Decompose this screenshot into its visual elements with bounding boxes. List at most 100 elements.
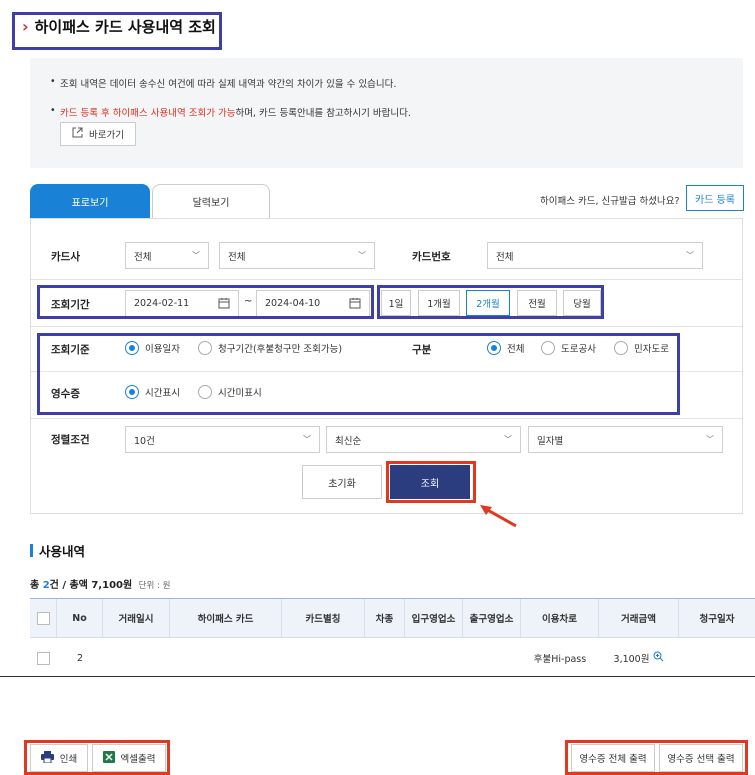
card-register-button[interactable]: 카드 등록 — [686, 185, 744, 211]
period-button-2month[interactable]: 2개월 — [466, 290, 510, 316]
criteria-option-label: 청구기간(후불청구만 조회가능) — [218, 344, 343, 355]
card-number-select-value: 전체 — [496, 251, 514, 263]
new-card-question: 하이패스 카드, 신규발급 하셨나요? — [540, 196, 680, 207]
category-option-label: 민자도로 — [634, 344, 669, 355]
receipt-option-show-time[interactable]: 시간표시 — [125, 385, 180, 399]
summary-prefix: 총 — [30, 580, 43, 591]
chevron-down-icon: ﹀ — [706, 435, 714, 444]
category-option-private-road[interactable]: 민자도로 — [614, 341, 669, 355]
page-title-text: 하이패스 카드 사용내역 조회 — [34, 18, 216, 36]
table-row[interactable]: 2 후불Hi-pass 3,100원 — [30, 640, 755, 676]
calendar-icon[interactable] — [218, 297, 230, 312]
usage-summary: 총 2건 / 총액 7,100원 단위 : 원 — [30, 576, 170, 591]
tab-calendar-view[interactable]: 달력보기 — [152, 184, 270, 218]
excel-button[interactable]: 엑셀출력 — [92, 744, 166, 772]
select-all-checkbox[interactable] — [36, 611, 50, 625]
period-button-prev-month[interactable]: 전월 — [517, 290, 557, 316]
card-company-select-1-value: 전체 — [134, 251, 152, 263]
period-button-this-month[interactable]: 당월 — [563, 290, 601, 316]
receipt-option-label: 시간미표시 — [218, 388, 262, 399]
criteria-option-billing-period[interactable]: 청구기간(후불청구만 조회가능) — [198, 341, 342, 355]
radio-unchecked-icon[interactable] — [198, 385, 212, 399]
tab-table-view-label: 표로보기 — [71, 198, 109, 209]
radio-unchecked-icon[interactable] — [541, 341, 555, 355]
date-from-input[interactable]: 2024-02-11 — [125, 290, 239, 317]
calendar-icon[interactable] — [349, 297, 361, 312]
card-company-select-1[interactable]: 전체 ﹀ — [125, 242, 209, 269]
period-label: 조회기간 — [51, 299, 90, 311]
column-header: 출구영업소 — [463, 599, 521, 637]
summary-total: 건 / 총액 7,100원 — [49, 580, 133, 591]
receipt-selected-print-button[interactable]: 영수증 선택 출력 — [659, 744, 743, 772]
date-separator: ~ — [244, 296, 253, 307]
category-option-label: 전체 — [507, 344, 525, 355]
row-amount: 3,100원 — [613, 654, 650, 665]
category-option-expressway[interactable]: 도로공사 — [541, 341, 596, 355]
column-header: 차종 — [365, 599, 405, 637]
receipt-all-label: 영수증 전체 출력 — [579, 754, 647, 765]
usage-table-header: No 거래일시 하이패스 카드 카드별칭 차종 입구영업소 출구영업소 이용차로… — [30, 598, 755, 638]
reset-button[interactable]: 초기화 — [302, 465, 382, 499]
criteria-option-use-date[interactable]: 이용일자 — [125, 341, 180, 355]
column-header: 거래금액 — [599, 599, 679, 637]
date-from-value: 2024-02-11 — [134, 298, 190, 309]
goto-button-label: 바로가기 — [89, 130, 124, 141]
sort-label: 정렬조건 — [51, 434, 90, 446]
chevron-right-icon: › — [22, 17, 29, 36]
period-button-1day[interactable]: 1일 — [381, 290, 411, 316]
excel-button-label: 엑셀출력 — [120, 754, 156, 765]
row-checkbox-cell — [30, 640, 57, 676]
sort-group-select[interactable]: 일자별 ﹀ — [528, 426, 723, 453]
card-company-select-2[interactable]: 전체 ﹀ — [219, 242, 375, 269]
period-button-label: 1개월 — [427, 299, 451, 310]
goto-button[interactable]: 바로가기 — [60, 122, 136, 146]
period-button-label: 전월 — [528, 299, 546, 310]
bullet-icon: • — [50, 76, 56, 87]
divider — [31, 418, 742, 419]
sort-count-select[interactable]: 10건 ﹀ — [125, 426, 320, 453]
row-checkbox[interactable] — [37, 651, 50, 665]
radio-unchecked-icon[interactable] — [198, 341, 212, 355]
card-register-button-label: 카드 등록 — [695, 194, 735, 206]
pointer-arrow-icon — [480, 505, 517, 528]
sort-order-select[interactable]: 최신순 ﹀ — [326, 426, 521, 453]
zoom-in-icon[interactable] — [653, 651, 664, 665]
category-option-all[interactable]: 전체 — [487, 341, 524, 355]
header-checkbox-cell — [30, 599, 57, 637]
date-to-input[interactable]: 2024-04-10 — [256, 290, 370, 317]
card-company-label: 카드사 — [51, 251, 80, 263]
radio-unchecked-icon[interactable] — [614, 341, 628, 355]
column-header: 하이패스 카드 — [170, 599, 282, 637]
excel-icon — [102, 750, 115, 766]
card-number-select[interactable]: 전체 ﹀ — [487, 242, 703, 269]
receipt-selected-label: 영수증 선택 출력 — [667, 754, 735, 765]
sort-group-value: 일자별 — [537, 435, 564, 447]
column-header: 입구영업소 — [405, 599, 463, 637]
sort-order-value: 최신순 — [335, 435, 362, 447]
tab-table-view[interactable]: 표로보기 — [30, 184, 150, 218]
sort-count-value: 10건 — [134, 435, 155, 447]
search-button-label: 조회 — [420, 478, 440, 490]
radio-checked-icon[interactable] — [125, 341, 139, 355]
radio-checked-icon[interactable] — [125, 385, 139, 399]
divider — [31, 371, 742, 372]
receipt-option-hide-time[interactable]: 시간미표시 — [198, 385, 262, 399]
summary-unit: 단위 : 원 — [138, 581, 171, 591]
bullet-icon: • — [50, 105, 56, 116]
receipt-all-print-button[interactable]: 영수증 전체 출력 — [571, 744, 655, 772]
radio-checked-icon[interactable] — [487, 341, 501, 355]
criteria-label: 조회기준 — [51, 344, 90, 356]
chevron-down-icon: ﹀ — [192, 251, 200, 260]
print-button[interactable]: 인쇄 — [30, 744, 88, 772]
receipt-option-label: 시간표시 — [145, 388, 180, 399]
period-button-1month[interactable]: 1개월 — [418, 290, 460, 316]
notice-line-2-red: 카드 등록 후 하이패스 사용내역 조회가 가능 — [60, 108, 236, 119]
column-header: 거래일시 — [103, 599, 170, 637]
usage-section-title-text: 사용내역 — [39, 544, 86, 559]
criteria-option-label: 이용일자 — [145, 344, 180, 355]
search-button[interactable]: 조회 — [390, 465, 470, 499]
category-option-label: 도로공사 — [561, 344, 596, 355]
row-lane: 후불Hi-pass — [533, 654, 587, 665]
column-header: No — [57, 599, 103, 637]
divider — [31, 279, 742, 280]
